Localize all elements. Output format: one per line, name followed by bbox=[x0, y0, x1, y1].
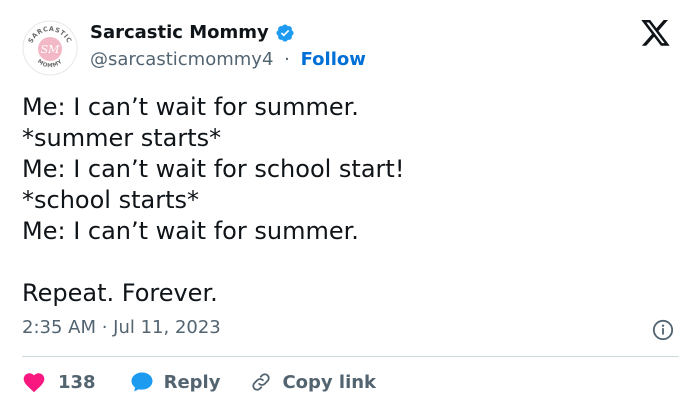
handle-row: @sarcasticmommy4 · Follow bbox=[90, 49, 366, 70]
avatar-initials: SM bbox=[41, 43, 61, 56]
x-logo-icon[interactable] bbox=[641, 20, 673, 48]
tweet-card: SARCASTIC MOMMY SM Sarcastic Mommy @sarc… bbox=[0, 0, 700, 410]
tweet-line: *summer starts* bbox=[22, 124, 222, 152]
link-icon bbox=[252, 373, 271, 391]
avatar[interactable]: SARCASTIC MOMMY SM bbox=[22, 20, 78, 76]
author-handle[interactable]: @sarcasticmommy4 bbox=[90, 49, 273, 70]
info-icon[interactable] bbox=[652, 319, 674, 341]
copy-link-button[interactable]: Copy link bbox=[250, 371, 376, 393]
reply-button[interactable]: Reply bbox=[130, 371, 221, 393]
sarcastic-mommy-logo-icon: SARCASTIC MOMMY SM bbox=[22, 20, 78, 76]
follow-button[interactable]: Follow bbox=[301, 49, 366, 70]
reply-label: Reply bbox=[163, 371, 221, 393]
author-name-row: Sarcastic Mommy bbox=[90, 22, 295, 43]
heart-icon bbox=[23, 373, 45, 393]
divider bbox=[22, 356, 679, 357]
tweet-line: Me: I can’t wait for school start! bbox=[22, 155, 405, 183]
copy-link-label: Copy link bbox=[282, 371, 377, 393]
tweet-line: Me: I can’t wait for summer. bbox=[22, 217, 359, 245]
like-button[interactable]: 138 bbox=[22, 371, 96, 393]
tweet-line: Me: I can’t wait for summer. bbox=[22, 93, 359, 121]
like-count: 138 bbox=[58, 371, 96, 393]
author-name[interactable]: Sarcastic Mommy bbox=[90, 22, 269, 43]
timestamp[interactable]: 2:35 AM · Jul 11, 2023 bbox=[22, 317, 221, 338]
handle-separator: · bbox=[284, 49, 290, 70]
tweet-line: *school starts* bbox=[22, 186, 199, 214]
action-bar: 138 Reply Copy link bbox=[22, 369, 376, 395]
reply-bubble-icon bbox=[131, 372, 153, 392]
verified-badge-icon bbox=[275, 23, 295, 43]
tweet-line: Repeat. Forever. bbox=[22, 279, 218, 307]
tweet-text: Me: I can’t wait for summer. *summer sta… bbox=[22, 92, 672, 309]
